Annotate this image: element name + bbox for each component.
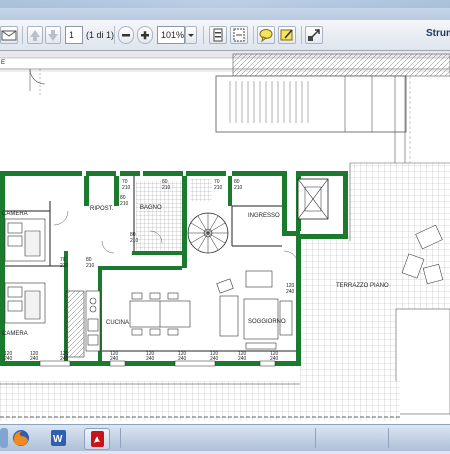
- dim-label: 240: [270, 356, 279, 362]
- zoom-dropdown-button[interactable]: [185, 26, 197, 44]
- expand-button[interactable]: [305, 26, 323, 44]
- taskbar-firefox-button[interactable]: [9, 428, 33, 448]
- arrow-down-icon: [48, 30, 58, 41]
- zoom-level-input[interactable]: 101%: [157, 26, 185, 44]
- room-label-terrazzo: TERRAZZO PIANO: [336, 283, 389, 289]
- dim-label: 210: [86, 263, 95, 269]
- zoom-in-button[interactable]: [137, 26, 153, 44]
- toolbar-separator: [203, 26, 204, 44]
- room-label-ingresso: INGRESSO: [248, 213, 280, 219]
- toolbar-separator: [114, 26, 115, 44]
- plus-icon: [141, 31, 149, 40]
- spiral-staircase: [187, 212, 229, 254]
- dim-label: 240: [238, 356, 247, 362]
- prev-page-button[interactable]: [27, 26, 43, 44]
- expand-icon: [308, 29, 320, 41]
- room-label-bagno: BAGNO: [140, 205, 162, 211]
- next-page-button[interactable]: [45, 26, 61, 44]
- window-title-bar: [0, 0, 450, 21]
- dim-label: 210: [60, 263, 69, 269]
- dim-label: 240: [110, 356, 119, 362]
- room-label-camera-bottom: CAMERA: [2, 331, 28, 337]
- tools-menu-label[interactable]: Strum: [426, 28, 450, 39]
- comment-icon: [259, 29, 273, 43]
- page-number-input[interactable]: 1: [65, 26, 83, 44]
- taskbar-separator: [388, 428, 389, 448]
- dim-label: 210: [162, 185, 171, 191]
- window-title-fragment: [0, 0, 450, 8]
- email-icon: [1, 30, 17, 41]
- room-label-soggiorno: SOGGIORNO: [248, 319, 286, 325]
- page-count-label: (1 di 1): [86, 30, 115, 40]
- chevron-down-icon: [188, 34, 194, 37]
- dim-label: 240: [60, 356, 69, 362]
- room-label-camera-top: CAMERA: [2, 211, 28, 217]
- fit-page-icon: [213, 28, 223, 42]
- room-label-cucina: CUCINA: [106, 320, 129, 326]
- dim-label: 210: [214, 185, 223, 191]
- dim-label: 210: [130, 238, 139, 244]
- word-letter: W: [53, 434, 63, 445]
- plan-header-letter: E: [1, 60, 5, 66]
- pdf-document-view: E CAMERA CAMERA RIPOST. BAGNO INGRESSO C…: [0, 51, 450, 424]
- word-icon: W: [51, 430, 66, 446]
- dim-label: 240: [4, 356, 13, 362]
- taskbar-separator: [120, 428, 121, 448]
- floor-plan: E CAMERA CAMERA RIPOST. BAGNO INGRESSO C…: [0, 51, 450, 421]
- firefox-icon: [13, 430, 29, 446]
- highlighter-icon: [280, 29, 293, 41]
- arrow-up-icon: [30, 30, 40, 41]
- windows-taskbar: W: [0, 424, 450, 451]
- toolbar-separator: [253, 26, 254, 44]
- taskbar-separator: [315, 428, 316, 448]
- taskbar-word-button[interactable]: W: [46, 428, 70, 448]
- dim-label: 240: [146, 356, 155, 362]
- dim-label: 240: [30, 356, 39, 362]
- bed-bottom: [4, 282, 46, 324]
- dim-label: 240: [286, 289, 295, 295]
- fit-width-icon: [233, 28, 245, 42]
- room-label-ripost: RIPOST.: [90, 206, 114, 212]
- dim-label: 210: [234, 185, 243, 191]
- comment-button[interactable]: [257, 26, 275, 44]
- toolbar-separator: [22, 26, 23, 44]
- bed-top: [4, 218, 46, 262]
- dim-label: 240: [210, 356, 219, 362]
- taskbar-acrobat-button[interactable]: [84, 428, 110, 450]
- fit-page-button[interactable]: [209, 26, 227, 44]
- minus-icon: [122, 34, 130, 37]
- dim-label: 210: [122, 185, 131, 191]
- pdf-toolbar: 1 (1 di 1) 101% Stru: [0, 20, 450, 51]
- elevator-shaft: [297, 178, 329, 220]
- toolbar-separator: [301, 26, 302, 44]
- highlight-button[interactable]: [278, 26, 296, 44]
- fit-width-button[interactable]: [230, 26, 248, 44]
- acrobat-icon: [91, 431, 104, 447]
- zoom-out-button[interactable]: [118, 26, 134, 44]
- email-button[interactable]: [0, 26, 18, 44]
- kitchen-counter: [65, 290, 101, 358]
- dim-label: 210: [120, 201, 129, 207]
- dim-label: 240: [178, 356, 187, 362]
- taskbar-start-orb[interactable]: [0, 428, 8, 448]
